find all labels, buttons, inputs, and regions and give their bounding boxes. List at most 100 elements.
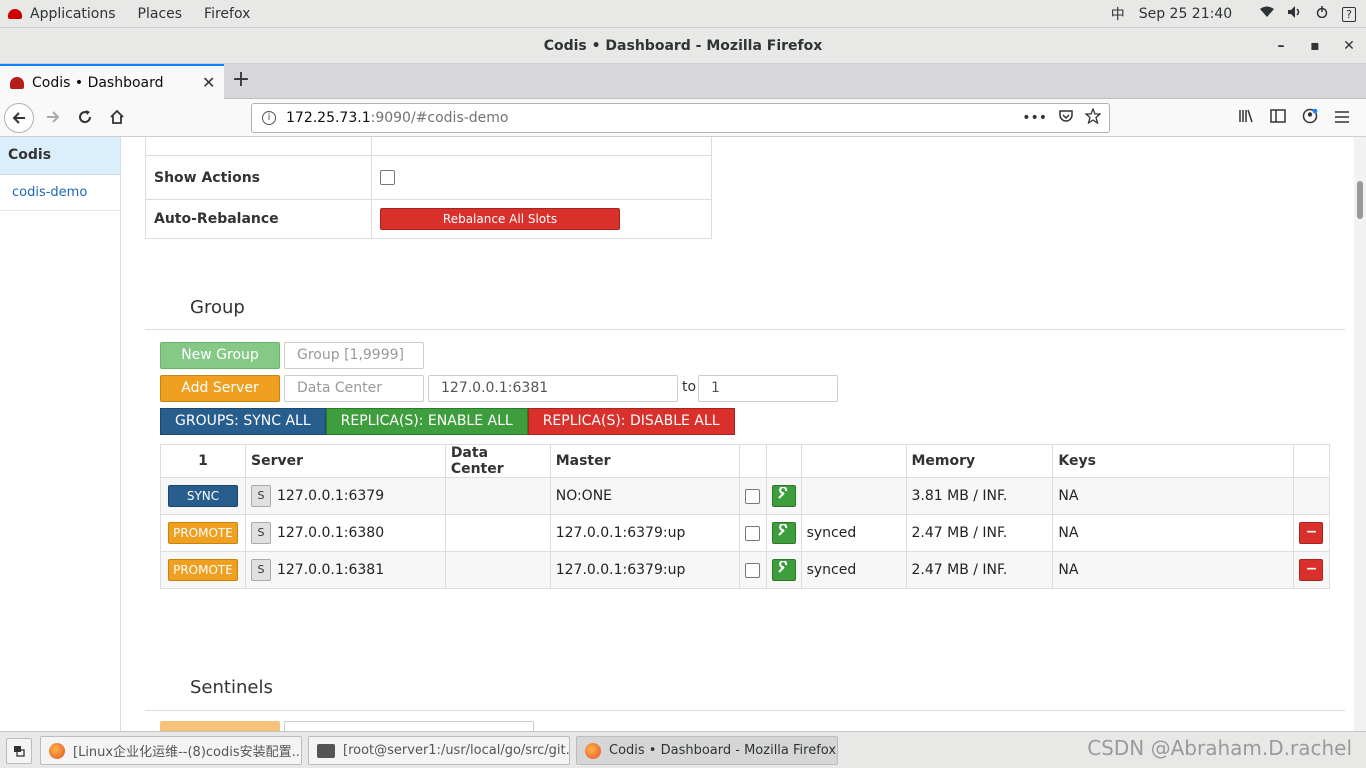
row-checkbox[interactable] <box>745 488 761 504</box>
master-header: Master <box>549 444 740 478</box>
window-list-taskbar: [Linux企业化运维--(8)codis安装配置... [root@serve… <box>0 731 1366 768</box>
minimize-button[interactable]: – <box>1264 28 1298 64</box>
add-sentinel-button[interactable] <box>160 721 280 731</box>
master-cell: NO:ONE <box>549 477 740 515</box>
power-icon[interactable] <box>1316 6 1328 22</box>
sidebar-toggle-icon[interactable] <box>1262 109 1294 127</box>
promote-button[interactable]: PROMOTE <box>167 522 238 544</box>
account-icon[interactable] <box>1294 108 1326 128</box>
page-scrollbar[interactable] <box>1354 137 1366 731</box>
scrollbar-thumb[interactable] <box>1357 181 1363 219</box>
tab-close-icon[interactable]: ✕ <box>202 73 224 92</box>
group-bulk-actions: GROUPS: SYNC ALL REPLICA(S): ENABLE ALL … <box>160 408 735 435</box>
taskbar-item-firefox[interactable]: Codis • Dashboard - Mozilla Firefox <box>576 736 838 765</box>
wrench-icon[interactable] <box>771 559 796 581</box>
replica-enable-all-button[interactable]: REPLICA(S): ENABLE ALL <box>325 408 528 435</box>
wifi-icon[interactable] <box>1260 6 1275 22</box>
status-header <box>800 444 907 478</box>
target-group-input[interactable]: 1 <box>698 375 838 402</box>
home-button[interactable] <box>102 103 132 133</box>
wrench-icon[interactable] <box>771 485 796 507</box>
tab-strip: Codis • Dashboard ✕ + <box>0 64 1366 99</box>
terminal-icon <box>317 743 335 758</box>
firefox-menu[interactable]: Firefox <box>204 6 250 22</box>
new-tab-button[interactable]: + <box>228 66 254 96</box>
add-server-button[interactable]: Add Server <box>160 375 280 402</box>
remove-server-button[interactable]: − <box>1299 559 1324 581</box>
reload-button[interactable] <box>70 103 100 133</box>
sentinels-divider <box>145 710 1345 711</box>
pocket-icon[interactable] <box>1059 109 1073 127</box>
to-label: to <box>682 379 697 395</box>
memory-cell: 2.47 MB / INF. <box>905 514 1054 552</box>
keys-cell: NA <box>1052 551 1294 589</box>
forward-button[interactable] <box>38 103 68 133</box>
tab-title: Codis • Dashboard <box>32 74 164 91</box>
data-center-cell <box>444 514 551 552</box>
server-s-button[interactable]: S <box>250 522 271 544</box>
clock[interactable]: Sep 25 21:40 <box>1139 6 1232 22</box>
library-icon[interactable] <box>1230 108 1262 128</box>
show-desktop-icon[interactable] <box>6 738 32 764</box>
replica-disable-all-button[interactable]: REPLICA(S): DISABLE ALL <box>527 408 735 435</box>
group-id-header: 1 <box>160 444 246 478</box>
sync-status-cell: synced <box>800 514 907 552</box>
bookmark-star-icon[interactable] <box>1084 107 1102 128</box>
table-row: PROMOTE S 127.0.0.1:6381 127.0.0.1:6379:u… <box>160 551 1331 589</box>
server-address-input[interactable]: 127.0.0.1:6381 <box>428 375 678 402</box>
taskbar-item-terminal[interactable]: [root@server1:/usr/local/go/src/git... <box>308 736 570 765</box>
table-row: PROMOTE S 127.0.0.1:6380 127.0.0.1:6379:u… <box>160 514 1331 552</box>
data-center-cell <box>444 477 551 515</box>
firefox-icon <box>585 742 601 759</box>
input-method-indicator[interactable]: 中 <box>1111 4 1125 24</box>
back-button[interactable] <box>4 103 34 133</box>
taskbar-item-csdn[interactable]: [Linux企业化运维--(8)codis安装配置... <box>40 736 302 765</box>
dashboard-main: Action Status Show Actions Auto-Rebalanc… <box>122 137 1354 731</box>
keys-cell: NA <box>1052 477 1294 515</box>
data-center-cell <box>444 551 551 589</box>
group-id-input[interactable]: Group [1,9999] <box>284 342 424 369</box>
page-actions-icon[interactable]: ••• <box>1022 110 1047 126</box>
keys-header: Keys <box>1052 444 1294 478</box>
hamburger-menu-icon[interactable] <box>1326 109 1358 127</box>
show-actions-label: Show Actions <box>145 155 372 200</box>
navigation-toolbar: i 172.25.73.1 :9090/#codis-demo ••• <box>0 99 1366 137</box>
tab-codis-dashboard[interactable]: Codis • Dashboard ✕ <box>0 64 224 99</box>
help-icon[interactable]: ? <box>1342 6 1356 22</box>
window-title: Codis • Dashboard - Mozilla Firefox <box>543 38 823 54</box>
site-info-icon[interactable]: i <box>262 111 276 125</box>
group-divider <box>145 329 1345 330</box>
sync-button[interactable]: SYNC <box>167 485 238 507</box>
remove-server-button[interactable]: − <box>1299 522 1324 544</box>
new-group-button[interactable]: New Group <box>160 342 280 369</box>
volume-icon[interactable] <box>1288 6 1302 22</box>
row-checkbox[interactable] <box>745 525 761 541</box>
close-window-button[interactable]: ✕ <box>1332 28 1366 64</box>
show-actions-checkbox[interactable] <box>380 170 395 185</box>
groups-sync-all-button[interactable]: GROUPS: SYNC ALL <box>160 408 326 435</box>
master-cell: 127.0.0.1:6379:up <box>549 551 740 589</box>
server-s-button[interactable]: S <box>250 559 271 581</box>
url-bar[interactable]: i 172.25.73.1 :9090/#codis-demo ••• <box>251 103 1110 133</box>
firefox-icon <box>49 742 65 759</box>
sync-status-cell: synced <box>800 551 907 589</box>
memory-cell: 2.47 MB / INF. <box>905 551 1054 589</box>
rebalance-all-slots-button[interactable]: Rebalance All Slots <box>380 208 620 230</box>
auto-rebalance-cell: Rebalance All Slots <box>371 199 712 239</box>
sidebar-item-codis-demo[interactable]: codis-demo <box>0 175 120 211</box>
sidebar-brand: Codis <box>0 137 120 175</box>
places-menu[interactable]: Places <box>138 6 183 22</box>
applications-menu[interactable]: Applications <box>8 6 116 22</box>
server-address: 127.0.0.1:6381 <box>276 562 385 578</box>
server-address: 127.0.0.1:6380 <box>276 525 385 541</box>
data-center-input[interactable]: Data Center <box>284 375 424 402</box>
data-center-header: Data Center <box>444 444 551 478</box>
wrench-icon[interactable] <box>771 522 796 544</box>
maximize-button[interactable]: ▪ <box>1298 28 1332 64</box>
promote-button[interactable]: PROMOTE <box>167 559 238 581</box>
row-checkbox[interactable] <box>745 562 761 578</box>
gnome-top-bar: Applications Places Firefox 中 Sep 25 21:… <box>0 0 1366 28</box>
sentinel-address-input[interactable] <box>284 721 534 731</box>
server-header: Server <box>244 444 446 478</box>
server-s-button[interactable]: S <box>250 485 271 507</box>
